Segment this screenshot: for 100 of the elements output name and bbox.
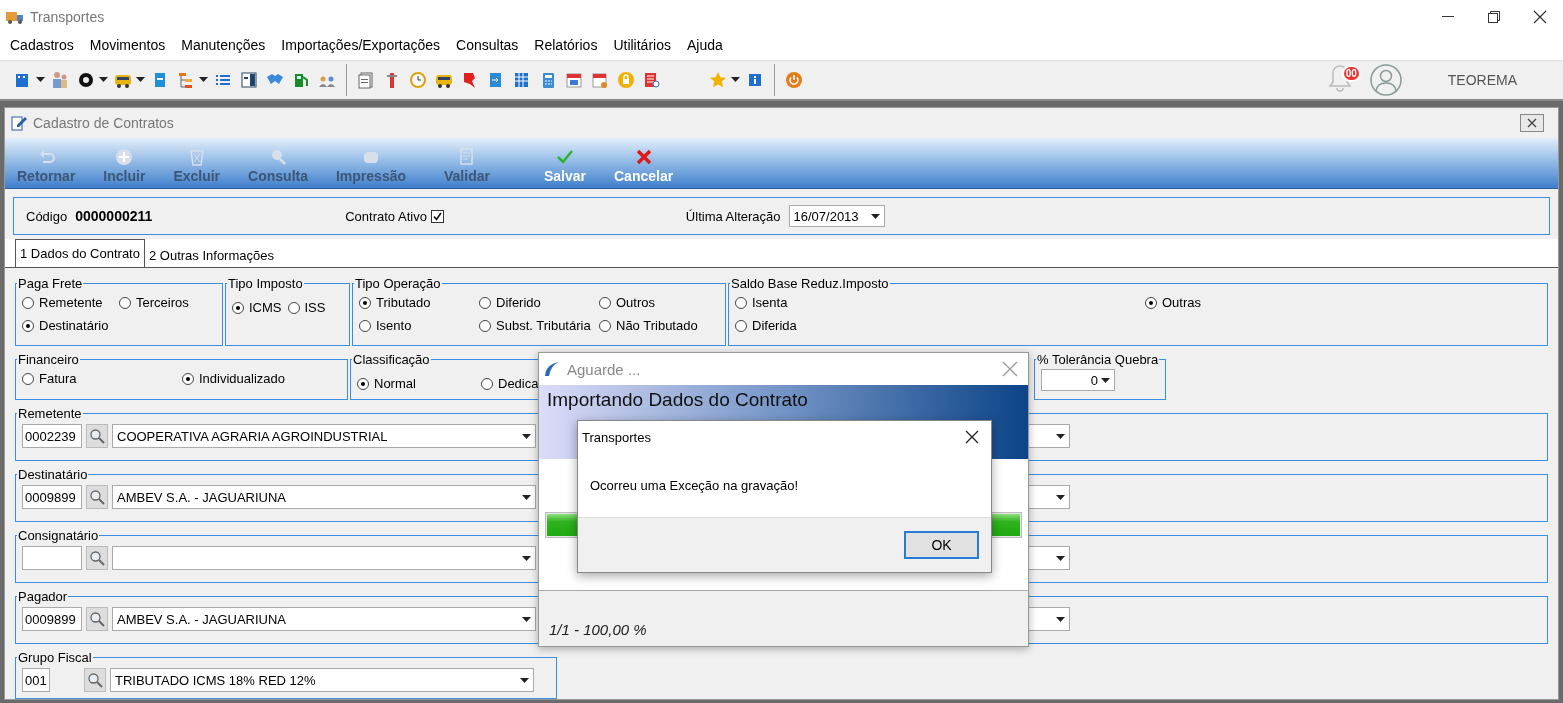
search-icon xyxy=(87,672,103,688)
code-field[interactable]: 0009899 xyxy=(22,485,82,509)
menu-item[interactable]: Movimentos xyxy=(81,36,174,53)
radio-button[interactable] xyxy=(599,296,611,309)
invoice-icon[interactable] xyxy=(240,70,258,89)
window-title: Transportes xyxy=(30,9,106,25)
group-title: Tipo Operação xyxy=(354,276,442,291)
radio-button[interactable] xyxy=(232,301,244,314)
search-icon xyxy=(89,611,105,627)
dropdown[interactable]: TRIBUTADO ICMS 18% RED 12% xyxy=(110,668,534,692)
code-field[interactable]: 001 xyxy=(22,668,50,692)
radio-label: Subst. Tributária xyxy=(496,318,591,333)
menu-item[interactable]: Importações/Exportações xyxy=(273,36,449,53)
ok-button[interactable]: OK xyxy=(904,531,979,559)
radio-button[interactable] xyxy=(1145,296,1157,309)
radio-button[interactable] xyxy=(735,296,747,309)
tab[interactable]: 1 Dados do Contrato xyxy=(15,239,145,267)
caret-icon xyxy=(1056,555,1065,561)
group-title: Paga Frete xyxy=(17,276,84,291)
truck-icon xyxy=(6,10,24,24)
date-label: Última Alteração xyxy=(685,208,781,224)
checklist-icon xyxy=(457,148,476,166)
spreadsheet-icon[interactable] xyxy=(513,70,531,89)
plus-icon xyxy=(115,148,134,166)
progress-status: 1/1 - 100,00 % xyxy=(549,621,647,638)
report-icon[interactable] xyxy=(357,70,375,89)
user-name: TEOREMA xyxy=(1447,71,1517,88)
radio-button[interactable] xyxy=(479,296,491,309)
dropdown[interactable]: 0 xyxy=(1041,369,1115,391)
minimize-icon[interactable] xyxy=(1442,16,1454,18)
menu-item[interactable]: Utilitários xyxy=(605,36,679,53)
menu-item[interactable]: Relatórios xyxy=(526,36,606,53)
caret-icon xyxy=(1056,494,1065,500)
radio-label: Isenta xyxy=(752,295,788,310)
hierarchy-icon[interactable] xyxy=(177,70,195,89)
checkmark-icon xyxy=(555,148,574,166)
menu-item[interactable]: Consultas xyxy=(448,36,527,53)
radio-button[interactable] xyxy=(22,296,34,309)
close-button[interactable] xyxy=(1520,114,1544,132)
radio-label: Diferida xyxy=(752,318,797,333)
date-dropdown[interactable]: 16/07/2013 xyxy=(788,205,885,227)
radio-button[interactable] xyxy=(479,319,491,332)
close-icon[interactable] xyxy=(1533,10,1547,24)
group-title: Classificação xyxy=(352,352,431,367)
menu-item[interactable]: Ajuda xyxy=(678,36,731,53)
group-title: Saldo Base Reduz.Imposto xyxy=(730,276,890,291)
radio-label: Destinatário xyxy=(39,318,109,333)
power-icon[interactable] xyxy=(785,70,803,89)
dropdown[interactable]: AMBEV S.A. - JAGUARIUNA xyxy=(112,607,536,631)
radio-button[interactable] xyxy=(481,377,493,390)
calendar-settings-icon[interactable] xyxy=(591,70,609,89)
radio-button[interactable] xyxy=(359,319,371,332)
calendar-icon[interactable] xyxy=(565,70,583,89)
close-icon[interactable] xyxy=(965,430,979,444)
menu-item[interactable]: Cadastros xyxy=(2,36,82,53)
radio-button[interactable] xyxy=(119,296,131,309)
code-field[interactable]: 0009899 xyxy=(22,607,82,631)
checkbox[interactable] xyxy=(430,209,444,223)
caret-icon xyxy=(36,77,45,83)
radio-label: Outros xyxy=(616,295,655,310)
radio-button[interactable] xyxy=(182,372,194,385)
people-icon[interactable] xyxy=(51,70,69,89)
window-title: Cadastro de Contratos xyxy=(33,115,175,131)
restore-icon[interactable] xyxy=(1488,11,1500,23)
dropdown[interactable]: COOPERATIVA AGRARIA AGROINDUSTRIAL xyxy=(112,424,536,448)
building-search-icon[interactable] xyxy=(643,70,661,89)
radio-button[interactable] xyxy=(359,296,371,309)
radio-button[interactable] xyxy=(287,301,300,314)
radio-label: Dedica xyxy=(498,376,539,391)
clock-icon[interactable] xyxy=(409,70,427,89)
search-icon xyxy=(89,550,105,566)
code-field[interactable]: 0002239 xyxy=(22,424,82,448)
search-button[interactable] xyxy=(86,485,108,509)
search-button[interactable] xyxy=(86,546,108,570)
close-icon xyxy=(1527,118,1537,128)
radio-button[interactable] xyxy=(599,319,611,332)
tire-icon[interactable] xyxy=(77,70,95,89)
cross-icon xyxy=(634,148,653,166)
radio-button[interactable] xyxy=(357,377,369,390)
user-avatar-icon[interactable] xyxy=(1369,63,1402,96)
radio-button[interactable] xyxy=(22,319,34,332)
swoosh-icon xyxy=(543,360,561,378)
radio-label: Fatura xyxy=(39,371,77,386)
group-title: Tipo Imposto xyxy=(227,276,304,291)
radio-button[interactable] xyxy=(22,372,34,385)
radio-label: Normal xyxy=(374,376,416,391)
menu-item[interactable]: Manutenções xyxy=(173,36,274,53)
code-field[interactable] xyxy=(22,546,82,570)
group-title: Pagador xyxy=(17,589,69,604)
search-button[interactable] xyxy=(84,668,106,692)
banner-heading: Importando Dados do Contrato xyxy=(547,389,808,410)
search-button[interactable] xyxy=(86,424,108,448)
radio-button[interactable] xyxy=(735,319,747,332)
search-icon xyxy=(89,428,105,444)
caret-icon xyxy=(199,77,208,83)
search-button[interactable] xyxy=(86,607,108,631)
dropdown[interactable]: AMBEV S.A. - JAGUARIUNA xyxy=(112,485,536,509)
caret-icon xyxy=(99,77,108,83)
dialog-title: Transportes xyxy=(582,429,652,445)
star-icon[interactable] xyxy=(709,70,727,89)
